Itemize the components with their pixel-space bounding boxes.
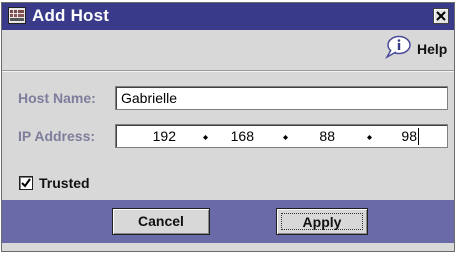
button-bar: Cancel Apply [2, 200, 454, 243]
ip-octet-4[interactable]: 98 [367, 128, 417, 144]
ip-octet-3[interactable]: 88 [285, 128, 335, 144]
trusted-checkbox[interactable] [19, 176, 33, 190]
text-caret [418, 128, 419, 145]
network-grid-icon [8, 7, 26, 24]
dialog-bottom-edge [2, 243, 454, 251]
ip-address-label: IP Address: [18, 128, 96, 144]
ip-octet-2[interactable]: 168 [204, 128, 254, 144]
add-host-dialog: Add Host Help Host Name: Gabrielle IP Ad… [1, 2, 455, 252]
apply-button[interactable]: Apply [276, 208, 368, 235]
host-name-input[interactable]: Gabrielle [115, 86, 448, 110]
ip-octet-1[interactable]: 192 [126, 128, 176, 144]
apply-button-label: Apply [281, 213, 363, 230]
ip-address-field[interactable]: 192 168 88 98 [115, 124, 448, 148]
divider [2, 70, 454, 72]
help-toolbar: Help [2, 30, 454, 70]
help-balloon-icon[interactable] [384, 35, 412, 59]
trusted-label[interactable]: Trusted [39, 175, 90, 191]
checkmark-icon [21, 178, 31, 188]
close-button[interactable] [433, 8, 449, 24]
host-name-label: Host Name: [18, 90, 96, 106]
dialog-title: Add Host [32, 6, 110, 25]
title-bar[interactable]: Add Host [2, 3, 454, 30]
close-icon [436, 11, 446, 21]
cancel-button[interactable]: Cancel [112, 208, 210, 235]
help-link[interactable]: Help [417, 41, 447, 57]
